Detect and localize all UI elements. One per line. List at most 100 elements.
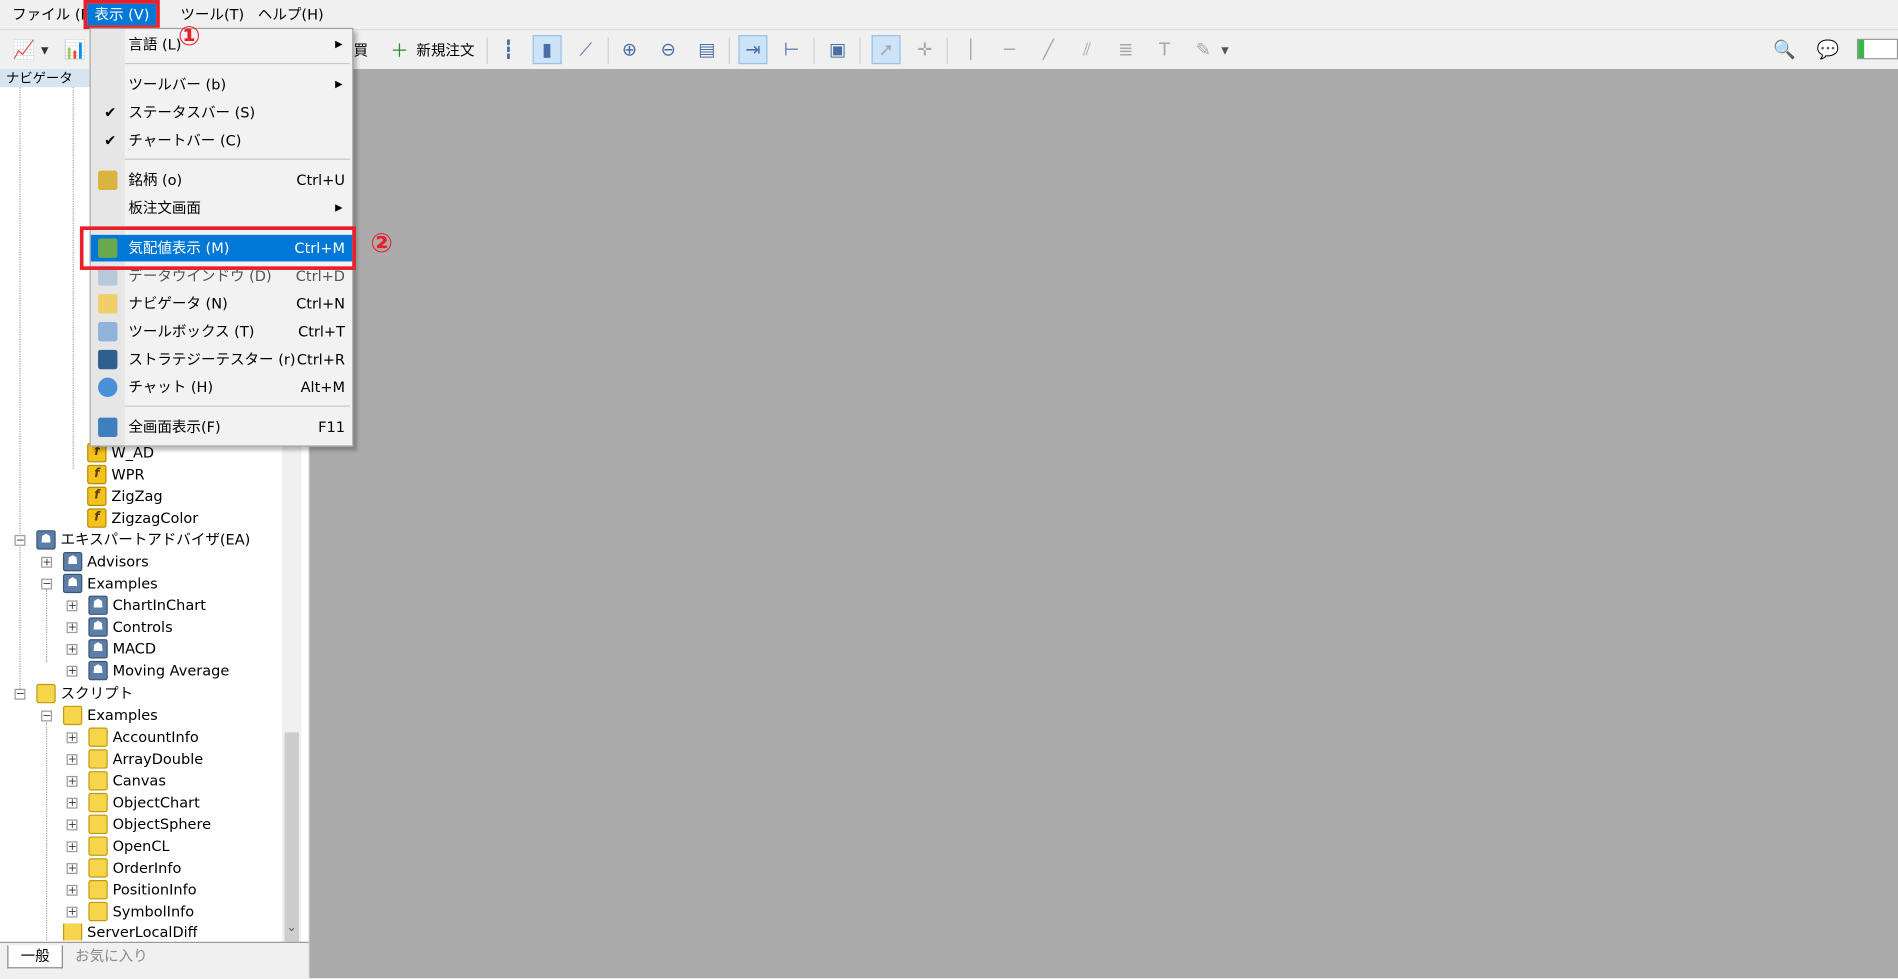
expand-icon[interactable]: + — [66, 600, 78, 612]
buy-label[interactable]: 買 — [353, 40, 368, 61]
tree-item[interactable]: AccountInfo — [88, 726, 199, 748]
menu-item-shortcut: Ctrl+N — [296, 295, 345, 313]
candlestick-icon[interactable]: ▮ — [532, 35, 562, 65]
full-screen-icon — [98, 417, 118, 437]
script-icon — [62, 705, 83, 726]
menu-item-status-bar[interactable]: ✔ ステータスバー (S) — [91, 99, 352, 126]
zoom-out-icon[interactable]: ⊖ — [654, 35, 683, 64]
tree-item-script-examples[interactable]: Examples — [62, 705, 158, 727]
equidistant-channel-icon[interactable]: ⫽ — [1073, 35, 1102, 64]
search-icon[interactable]: 🔍 — [1770, 35, 1799, 64]
menu-item-strategy-tester[interactable]: ストラテジーテスター (r) Ctrl+R — [91, 346, 352, 373]
collapse-icon[interactable]: − — [41, 578, 53, 590]
text-icon[interactable]: T — [1150, 35, 1179, 64]
tree-item[interactable]: ObjectChart — [88, 792, 200, 814]
chevron-down-icon[interactable]: ⌄ — [282, 921, 301, 938]
menu-item-toolbox[interactable]: ツールボックス (T) Ctrl+T — [91, 318, 352, 345]
vertical-line-icon[interactable]: │ — [956, 35, 985, 64]
menu-item-shortcut: Alt+M — [300, 378, 345, 396]
horizontal-line-icon[interactable]: ─ — [995, 35, 1024, 64]
chevron-down-icon[interactable]: ▼ — [1218, 35, 1233, 64]
chart-workspace[interactable] — [309, 68, 1898, 979]
tree-item[interactable]: ServerLocalDiff — [62, 923, 198, 941]
expand-icon[interactable]: + — [66, 732, 78, 744]
expand-icon[interactable]: + — [66, 754, 78, 766]
tree-item[interactable]: ☗ MACD — [88, 638, 156, 660]
expand-icon[interactable]: + — [66, 863, 78, 875]
tree-item-expert-advisors[interactable]: ☗ エキスパートアドバイザ(EA) — [36, 529, 250, 551]
menu-view[interactable]: 表示 (V) — [83, 0, 161, 30]
expand-icon[interactable]: + — [66, 797, 78, 809]
tree-item[interactable]: Canvas — [88, 770, 166, 792]
tree-item-scripts[interactable]: スクリプト — [36, 683, 133, 705]
tree-item[interactable]: ☗ Controls — [88, 616, 173, 638]
bar-chart-icon[interactable]: ┇ — [494, 35, 523, 64]
script-icon — [62, 923, 83, 941]
arrow-sign-icon[interactable]: ✎ — [1189, 35, 1218, 64]
expand-icon[interactable]: + — [66, 643, 78, 655]
menu-separator — [124, 62, 350, 65]
menu-item-label: チャット (H) — [128, 378, 214, 396]
menu-item-chat[interactable]: チャット (H) Alt+M — [91, 374, 352, 401]
expand-icon[interactable]: + — [66, 906, 78, 918]
tree-item[interactable]: ObjectSphere — [88, 813, 211, 835]
chat-icon[interactable]: 💬 — [1813, 35, 1842, 64]
tab-favorites[interactable]: お気に入り — [63, 945, 160, 967]
collapse-icon[interactable]: − — [14, 535, 26, 547]
tree-item[interactable]: SymbolInfo — [88, 901, 194, 923]
expand-icon[interactable]: + — [66, 884, 78, 896]
expand-icon[interactable]: + — [66, 841, 78, 853]
expand-icon[interactable]: + — [66, 622, 78, 634]
menu-item-navigator[interactable]: ナビゲータ (N) Ctrl+N — [91, 291, 352, 318]
auto-scroll-icon[interactable]: ⇥ — [738, 35, 768, 65]
expand-icon[interactable]: + — [66, 775, 78, 787]
tree-item-label: ServerLocalDiff — [87, 923, 198, 941]
new-chart-icon[interactable]: 📈 — [10, 35, 39, 64]
tree-item-label: MACD — [112, 640, 157, 658]
tree-item-label: Examples — [87, 706, 158, 724]
menu-item-symbols[interactable]: 銘柄 (o) Ctrl+U — [91, 167, 352, 194]
profiles-icon[interactable]: 📊 — [61, 35, 90, 64]
expand-icon[interactable]: + — [66, 819, 78, 831]
menu-item-label: ストラテジーテスター (r) — [128, 351, 296, 368]
cursor-icon[interactable]: ➚ — [871, 35, 901, 65]
chevron-down-icon[interactable]: ▼ — [38, 35, 53, 64]
tree-item-ea-examples[interactable]: ☗ Examples — [62, 573, 158, 595]
tree-item[interactable]: OpenCL — [88, 835, 170, 857]
menu-item-depth-of-market[interactable]: 板注文画面 ▶ — [91, 195, 352, 222]
tree-item-label: OrderInfo — [112, 859, 182, 877]
tree-item[interactable]: ☗ ChartInChart — [88, 594, 206, 616]
menu-help[interactable]: ヘルプ(H) — [251, 4, 331, 26]
tile-windows-icon[interactable]: ▤ — [692, 35, 721, 64]
trend-line-icon[interactable]: ╱ — [1034, 35, 1063, 64]
line-chart-icon[interactable]: ⟋ — [571, 35, 600, 64]
toolbar-separator — [607, 37, 609, 65]
strategy-tester-icon — [98, 349, 118, 370]
tab-general[interactable]: 一般 — [7, 945, 63, 969]
tree-item[interactable]: f WPR — [87, 464, 145, 486]
zoom-in-icon[interactable]: ⊕ — [615, 35, 644, 64]
menu-item-toolbar[interactable]: ツールバー (b) ▶ — [91, 71, 352, 98]
tree-item-advisors[interactable]: ☗ Advisors — [62, 551, 149, 573]
script-icon — [88, 880, 108, 900]
menu-item-chart-bar[interactable]: ✔ チャートバー (C) — [91, 127, 352, 154]
menu-item-language[interactable]: 言語 (L) ▶ — [91, 31, 352, 58]
tree-item[interactable]: OrderInfo — [88, 857, 181, 879]
menu-item-full-screen[interactable]: 全画面表示(F) F11 — [91, 414, 352, 441]
collapse-icon[interactable]: − — [14, 688, 26, 700]
expand-icon[interactable]: + — [41, 556, 53, 568]
crosshair-icon[interactable]: ✛ — [910, 35, 939, 64]
new-order-icon[interactable]: ＋ — [385, 35, 414, 64]
tree-item[interactable]: PositionInfo — [88, 879, 197, 901]
indicators-icon[interactable]: ▣ — [823, 35, 852, 64]
fibonacci-icon[interactable]: ≣ — [1111, 35, 1140, 64]
tree-item[interactable]: ArrayDouble — [88, 748, 203, 770]
collapse-icon[interactable]: − — [41, 710, 53, 722]
chart-shift-icon[interactable]: ⊢ — [777, 35, 806, 64]
script-icon — [88, 771, 108, 791]
new-order-button[interactable]: 新規注文 — [416, 40, 474, 61]
expand-icon[interactable]: + — [66, 665, 78, 677]
tree-item[interactable]: ☗ Moving Average — [88, 660, 229, 682]
tree-item[interactable]: f ZigzagColor — [87, 507, 198, 529]
tree-item[interactable]: f ZigZag — [87, 485, 163, 507]
